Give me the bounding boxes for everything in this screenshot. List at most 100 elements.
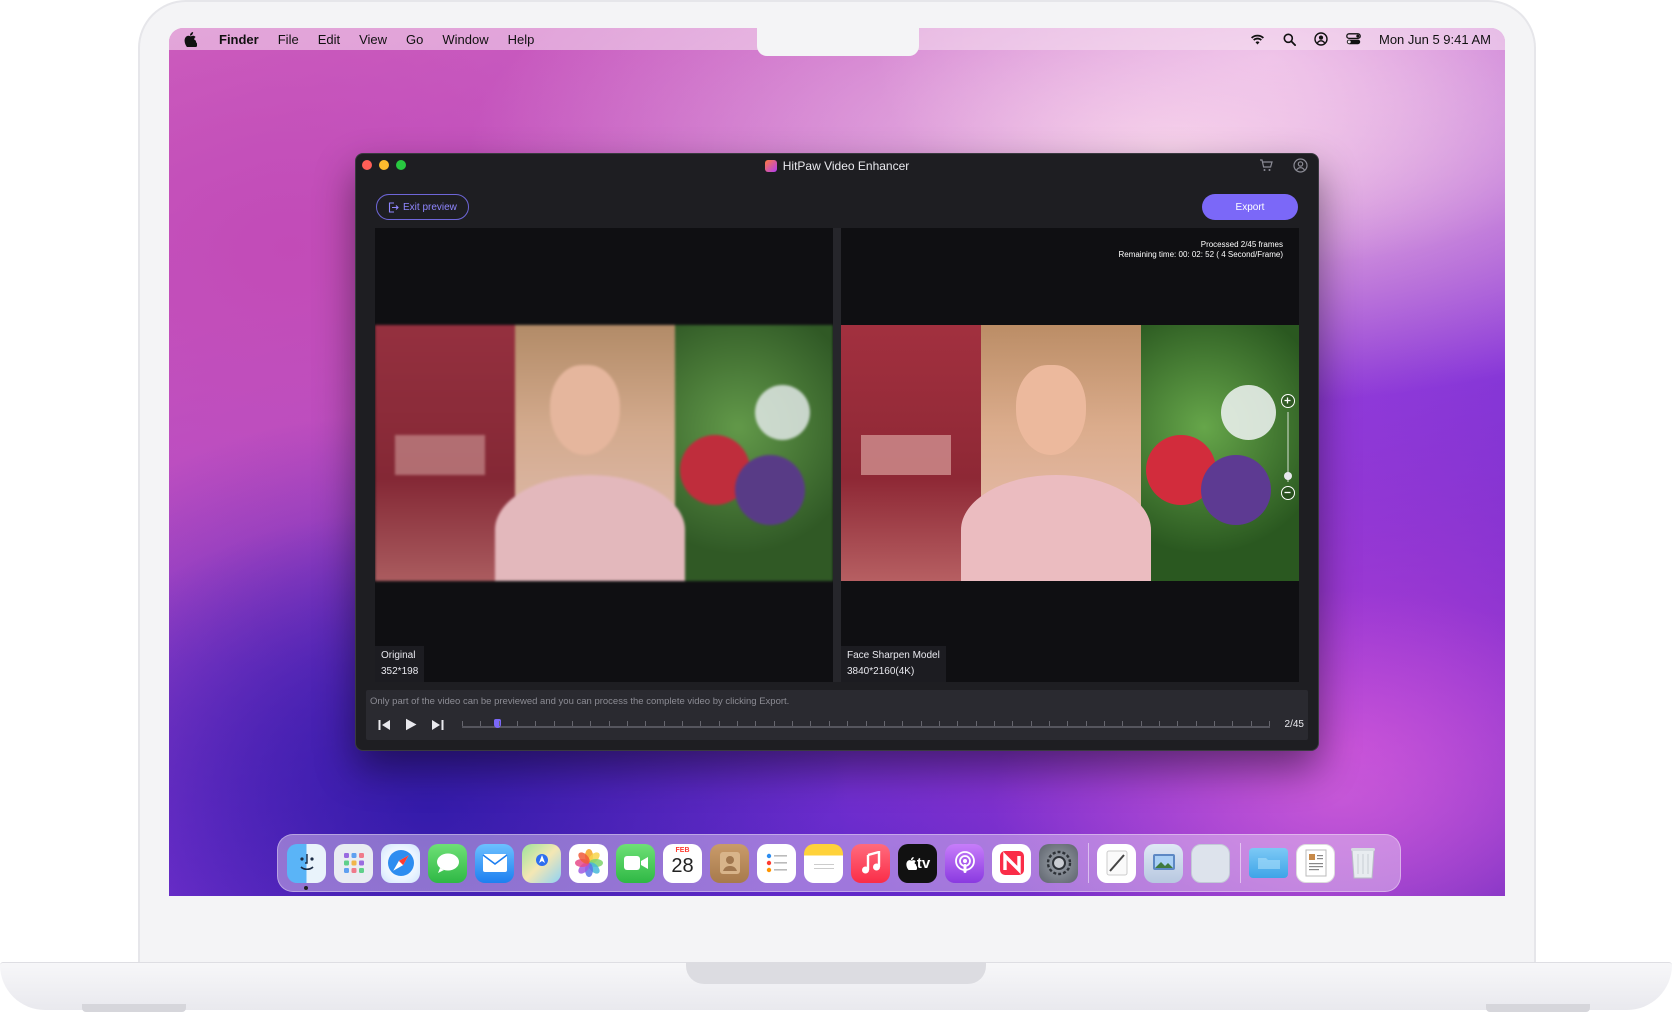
frame-timeline[interactable]	[462, 719, 1270, 728]
control-center-icon[interactable]	[1346, 33, 1361, 45]
timeline-tick	[1048, 721, 1050, 726]
dock-mail[interactable]	[475, 843, 514, 883]
dock-contacts[interactable]	[710, 843, 749, 883]
desktop-screen: Finder File Edit View Go Window Help Mon…	[169, 28, 1505, 896]
apple-icon[interactable]	[183, 31, 197, 47]
timeline-tick	[1012, 721, 1014, 726]
laptop-foot	[82, 1004, 186, 1012]
minimize-window-button[interactable]	[379, 160, 389, 170]
close-window-button[interactable]	[362, 160, 372, 170]
apple-tv-logo-icon	[906, 857, 917, 870]
hitpaw-logo-icon	[764, 160, 777, 172]
dock-notes[interactable]	[804, 843, 843, 883]
window-titlebar: HitPaw Video Enhancer	[356, 154, 1318, 178]
menu-window[interactable]: Window	[442, 32, 488, 47]
dock-photos[interactable]	[569, 843, 608, 883]
cart-icon[interactable]	[1259, 158, 1273, 172]
play-button[interactable]	[405, 718, 417, 736]
timeline-tick	[553, 721, 555, 726]
dock-preview[interactable]	[1144, 843, 1183, 883]
dock-reminders[interactable]	[757, 843, 796, 883]
running-indicator	[304, 885, 308, 890]
dock-separator	[1088, 843, 1089, 883]
menu-file[interactable]: File	[278, 32, 299, 47]
apple-tv-label: tv	[916, 854, 931, 872]
timeline-tick	[957, 721, 959, 726]
news-icon	[999, 851, 1024, 875]
zoom-in-button[interactable]	[1281, 394, 1295, 408]
exit-preview-button[interactable]: Exit preview	[376, 194, 469, 220]
gear-icon	[1046, 850, 1071, 876]
timeline-tick	[627, 721, 629, 726]
menu-view[interactable]: View	[359, 32, 387, 47]
dock-podcasts[interactable]	[945, 843, 984, 883]
dock: FEB 28 tv	[277, 834, 1401, 892]
timeline-tick	[920, 721, 922, 726]
compare-divider[interactable]	[833, 228, 841, 682]
dock-maps[interactable]	[522, 843, 561, 883]
menu-edit[interactable]: Edit	[318, 32, 340, 47]
dock-messages[interactable]	[428, 843, 467, 883]
dock-calendar[interactable]: FEB 28	[663, 843, 702, 883]
dock-trash[interactable]	[1343, 844, 1382, 883]
dock-textedit[interactable]	[1097, 843, 1136, 883]
contact-card-icon	[719, 852, 740, 874]
menu-help[interactable]: Help	[508, 32, 535, 47]
frame-counter: 2/45	[1284, 719, 1304, 730]
account-icon[interactable]	[1293, 158, 1308, 173]
map-pin-icon	[535, 854, 548, 866]
timeline-tick	[865, 721, 867, 726]
timeline-tick	[993, 721, 995, 726]
spotlight-search-icon[interactable]	[1283, 33, 1296, 46]
user-account-icon[interactable]	[1314, 32, 1328, 46]
dock-safari[interactable]	[381, 843, 420, 883]
timeline-tick	[682, 721, 684, 726]
checklist-icon	[766, 853, 787, 873]
timeline-tick	[700, 721, 702, 726]
timeline-tick	[462, 721, 463, 726]
dock-news[interactable]	[992, 843, 1031, 883]
trash-icon	[1350, 848, 1375, 879]
dock-system-settings[interactable]	[1039, 843, 1078, 883]
exit-preview-label: Exit preview	[403, 201, 457, 213]
dock-app-window[interactable]	[1191, 843, 1230, 883]
timeline-tick	[480, 721, 482, 726]
timeline-tick	[1103, 721, 1105, 726]
timeline-tick	[1067, 721, 1069, 726]
export-button[interactable]: Export	[1202, 194, 1298, 220]
dock-facetime[interactable]	[616, 843, 655, 883]
timeline-playhead[interactable]	[493, 719, 501, 728]
preview-notice: Only part of the video can be previewed …	[370, 696, 790, 707]
wifi-icon[interactable]	[1250, 33, 1265, 45]
dock-document[interactable]	[1296, 843, 1335, 883]
previous-frame-button[interactable]	[378, 718, 391, 736]
zoom-window-button[interactable]	[396, 160, 406, 170]
timeline-tick	[1213, 721, 1215, 726]
timeline-tick	[1232, 721, 1234, 726]
dock-launchpad[interactable]	[334, 843, 373, 883]
original-resolution-badge: Original 352*198	[375, 646, 425, 682]
timeline-tick	[975, 721, 977, 726]
zoom-slider-thumb[interactable]	[1284, 472, 1292, 480]
next-frame-button[interactable]	[431, 718, 444, 736]
dock-downloads-folder[interactable]	[1249, 848, 1288, 878]
timeline-tick	[572, 721, 574, 726]
menu-bar-extras: Mon Jun 5 9:41 AM	[1250, 28, 1491, 50]
enhanced-video-frame	[841, 325, 1299, 581]
timeline-tick	[938, 721, 940, 726]
dock-music[interactable]	[851, 843, 890, 883]
menu-go[interactable]: Go	[406, 32, 423, 47]
remaining-time-text: Remaining time: 00: 02: 52 ( 4 Second/Fr…	[1118, 250, 1283, 259]
compass-icon	[387, 850, 414, 876]
timeline-tick	[1195, 721, 1197, 726]
menu-finder[interactable]: Finder	[219, 32, 259, 47]
zoom-out-button[interactable]	[1281, 486, 1295, 500]
folder-icon	[1257, 858, 1280, 869]
timeline-tick	[663, 721, 665, 726]
document-icon	[1305, 849, 1326, 877]
dock-apple-tv[interactable]: tv	[898, 843, 937, 883]
dock-finder[interactable]	[287, 843, 326, 890]
menu-bar-clock[interactable]: Mon Jun 5 9:41 AM	[1379, 32, 1491, 47]
timeline-tick	[828, 721, 830, 726]
timeline-tick	[1085, 721, 1087, 726]
